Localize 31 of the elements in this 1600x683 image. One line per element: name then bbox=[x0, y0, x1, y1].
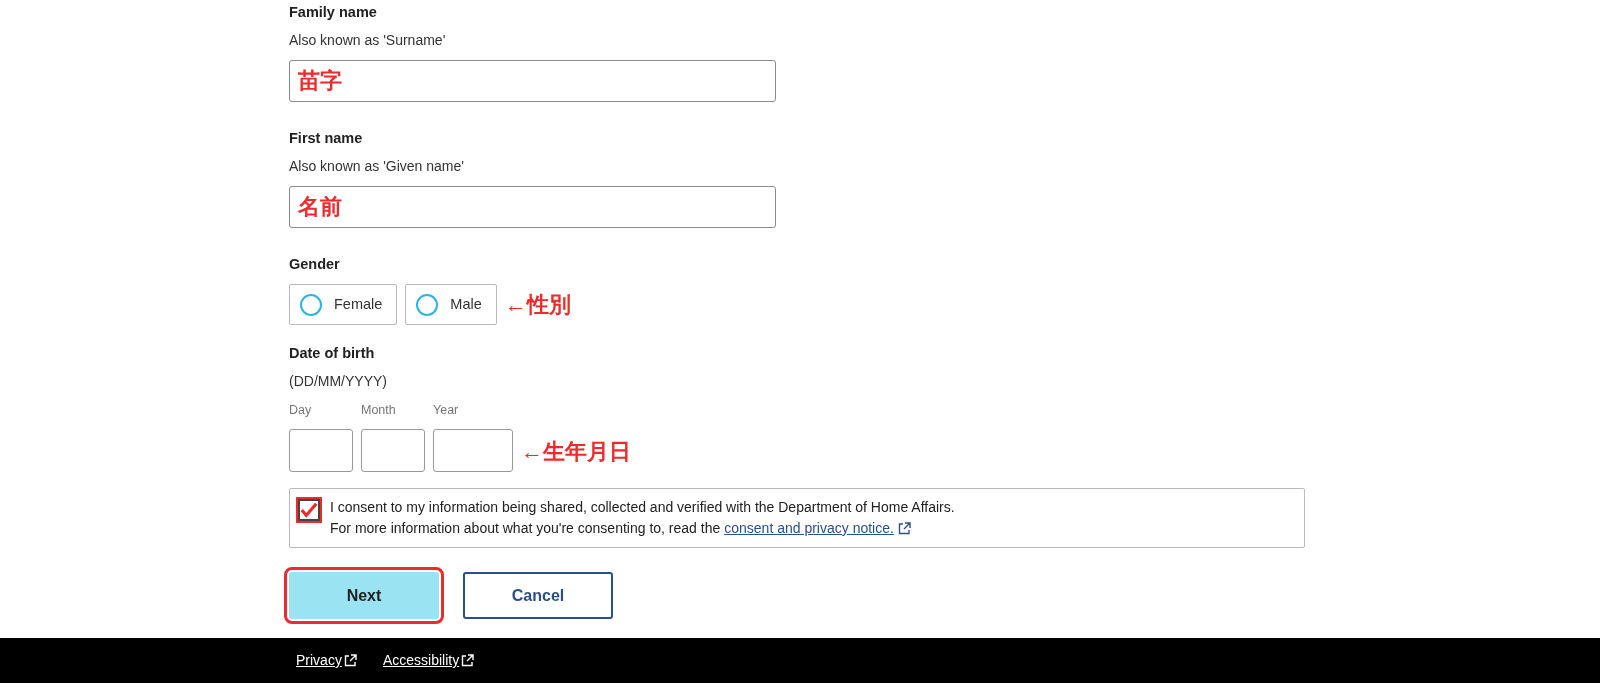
date-part-label: Month bbox=[361, 402, 396, 419]
date-input[interactable] bbox=[433, 429, 513, 472]
footer-link[interactable]: Accessibility bbox=[382, 650, 475, 671]
cancel-button[interactable]: Cancel bbox=[463, 572, 613, 619]
date-input[interactable] bbox=[289, 429, 353, 472]
radio-option[interactable]: Male bbox=[405, 284, 497, 325]
date-input[interactable] bbox=[361, 429, 425, 472]
external-link-icon bbox=[461, 654, 475, 667]
radio-option[interactable]: Female bbox=[289, 284, 398, 325]
text-field[interactable]: 苗字 bbox=[289, 60, 776, 102]
field-label: First name bbox=[289, 129, 363, 148]
consent-text: I consent to my information being shared, collected and verified with the Department of Home Affairs. bbox=[330, 499, 955, 515]
radio-button[interactable] bbox=[416, 293, 439, 316]
annotation-text: ←生年月日 bbox=[521, 438, 631, 466]
consent-text: For more information about what you're consenting to, read the bbox=[330, 519, 721, 538]
field-label: Family name bbox=[289, 3, 377, 22]
date-format-hint: (DD/MM/YYYY) bbox=[289, 372, 387, 391]
privacy-notice-link[interactable]: consent and privacy notice. bbox=[724, 518, 894, 539]
external-link-icon bbox=[343, 654, 357, 667]
field-hint: Also known as 'Surname' bbox=[289, 31, 446, 50]
field-hint: Also known as 'Given name' bbox=[289, 157, 464, 176]
date-part-label: Year bbox=[433, 402, 459, 419]
footer-link[interactable]: Privacy bbox=[296, 650, 357, 671]
radio-button[interactable] bbox=[300, 293, 322, 316]
checkbox[interactable] bbox=[298, 499, 320, 521]
field-label: Date of birth bbox=[289, 344, 375, 363]
annotation-text: ←性別 bbox=[504, 291, 571, 319]
field-label: Gender bbox=[289, 255, 340, 274]
external-link-icon bbox=[897, 522, 911, 535]
date-part-label: Day bbox=[289, 402, 312, 419]
text-field[interactable]: 名前 bbox=[289, 186, 776, 228]
